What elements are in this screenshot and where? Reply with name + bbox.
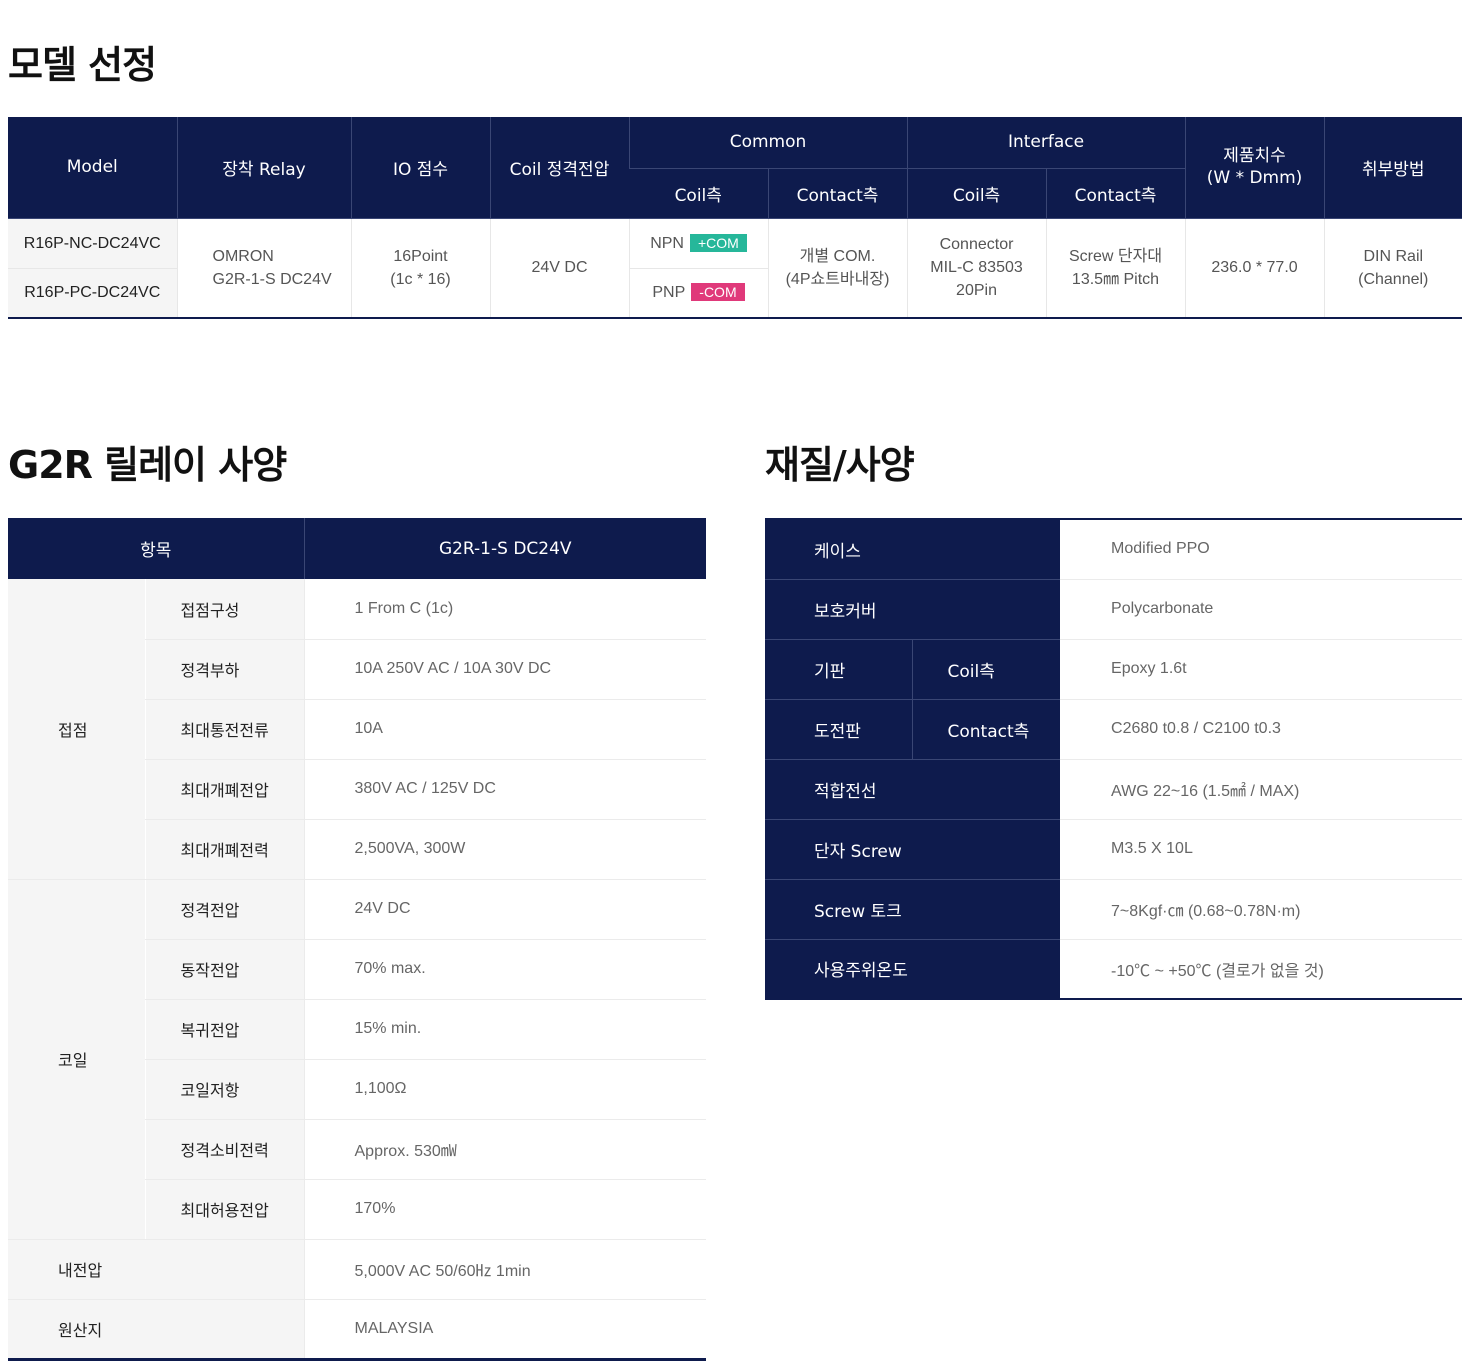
spec-value: 1,100Ω: [303, 1059, 706, 1120]
header-relay: 장착 Relay: [176, 117, 351, 219]
material-value: -10℃ ~ +50℃ (결로가 없을 것): [1060, 939, 1463, 999]
spec-value: 1 From C (1c): [303, 579, 706, 640]
material-label: 기판: [765, 639, 912, 700]
material-value: AWG 22~16 (1.5㎟ / MAX): [1060, 759, 1463, 820]
relay-value: OMRON G2R-1-S DC24V: [176, 218, 351, 318]
header-io: IO 점수: [350, 117, 490, 219]
npn-com-tag: +COM: [689, 233, 747, 252]
spec-label: 정격부하: [144, 639, 304, 700]
material-table: 케이스 Modified PPO 보호커버 Polycarbonate 기판 C…: [765, 518, 1463, 1000]
spec-label: 최대허용전압: [144, 1179, 304, 1240]
header-dimension: 제품치수 (W * Dmm): [1184, 117, 1325, 219]
relay-spec-table: 항목 G2R-1-S DC24V 접점 접점구성 1 From C (1c) 정…: [8, 518, 706, 1361]
spec-value: 15% min.: [303, 999, 706, 1060]
group-contact: 접점: [8, 579, 145, 880]
model-section-title: 모델 선정: [8, 43, 157, 87]
material-label: 케이스: [765, 519, 1061, 580]
material-value: 7~8Kgf·㎝ (0.68~0.78N·m): [1060, 879, 1463, 940]
spec-value: 2,500VA, 300W: [303, 819, 706, 880]
spec-value: MALAYSIA: [303, 1299, 706, 1360]
spec-label: 복귀전압: [144, 999, 304, 1060]
spec-value: 170%: [303, 1179, 706, 1240]
header-common-coil: Coil측: [629, 168, 768, 219]
spec-label: 최대개폐전압: [144, 759, 304, 820]
material-label: 사용주위온도: [765, 939, 1061, 999]
npn-label: NPN: [650, 234, 684, 252]
header-common: Common: [628, 117, 908, 169]
relay-header-value: G2R-1-S DC24V: [303, 518, 706, 579]
header-mounting: 취부방법: [1323, 117, 1463, 219]
spec-value: 10A 250V AC / 10A 30V DC: [303, 639, 706, 700]
common-contact-value: 개별 COM. (4P쇼트바내장): [767, 218, 908, 318]
material-label: Screw 토크: [765, 879, 1061, 940]
material-label: 단자 Screw: [765, 819, 1061, 880]
header-interface-contact: Contact측: [1045, 168, 1186, 219]
material-label: 도전판: [765, 699, 912, 760]
spec-label-origin: 원산지: [8, 1299, 304, 1360]
spec-label-withstand: 내전압: [8, 1239, 304, 1300]
interface-contact-value: Screw 단자대 13.5㎜ Pitch: [1045, 218, 1186, 318]
material-value: Modified PPO: [1060, 519, 1463, 580]
material-sublabel: Coil측: [911, 639, 1061, 700]
npn-cell: NPN +COM: [628, 218, 768, 269]
spec-value: 70% max.: [303, 939, 706, 1000]
spec-label: 최대통전전류: [144, 699, 304, 760]
header-common-contact: Contact측: [767, 168, 908, 219]
spec-label: 접점구성: [144, 579, 304, 640]
pnp-cell: PNP -COM: [628, 268, 768, 318]
spec-value: 5,000V AC 50/60㎐ 1min: [303, 1239, 706, 1300]
spec-value: 380V AC / 125V DC: [303, 759, 706, 820]
material-value: M3.5 X 10L: [1060, 819, 1463, 880]
mounting-value: DIN Rail (Channel): [1323, 218, 1463, 318]
pnp-label: PNP: [652, 284, 686, 302]
interface-coil-value: Connector MIL-C 83503 20Pin: [906, 218, 1047, 318]
model-name-pnp: R16P-PC-DC24VC: [8, 268, 177, 318]
spec-label: 동작전압: [144, 939, 304, 1000]
model-table: Model 장착 Relay IO 점수 Coil 정격전압 Common In…: [8, 117, 1463, 319]
spec-label: 코일저항: [144, 1059, 304, 1120]
group-coil: 코일: [8, 879, 145, 1240]
spec-value: Approx. 530㎽: [303, 1119, 706, 1180]
header-coil-voltage: Coil 정격전압: [489, 117, 629, 219]
model-name-npn: R16P-NC-DC24VC: [8, 218, 177, 269]
spec-value: 10A: [303, 699, 706, 760]
material-label: 적합전선: [765, 759, 1061, 820]
spec-value: 24V DC: [303, 879, 706, 940]
material-value: C2680 t0.8 / C2100 t0.3: [1060, 699, 1463, 760]
material-section-title: 재질/사양: [765, 443, 915, 487]
material-sublabel: Contact측: [911, 699, 1061, 760]
spec-label: 정격전압: [144, 879, 304, 940]
material-value: Epoxy 1.6t: [1060, 639, 1463, 700]
header-interface: Interface: [906, 117, 1186, 169]
header-interface-coil: Coil측: [906, 168, 1047, 219]
coil-voltage-value: 24V DC: [489, 218, 629, 318]
relay-header-item: 항목: [8, 518, 304, 579]
spec-label: 최대개폐전력: [144, 819, 304, 880]
relay-section-title: G2R 릴레이 사양: [8, 443, 287, 487]
spec-label: 정격소비전력: [144, 1119, 304, 1180]
header-model: Model: [8, 117, 177, 219]
io-value: 16Point (1c * 16): [350, 218, 490, 318]
material-label: 보호커버: [765, 579, 1061, 640]
dimension-value: 236.0 * 77.0: [1184, 218, 1325, 318]
material-value: Polycarbonate: [1060, 579, 1463, 640]
pnp-com-tag: -COM: [691, 283, 745, 302]
